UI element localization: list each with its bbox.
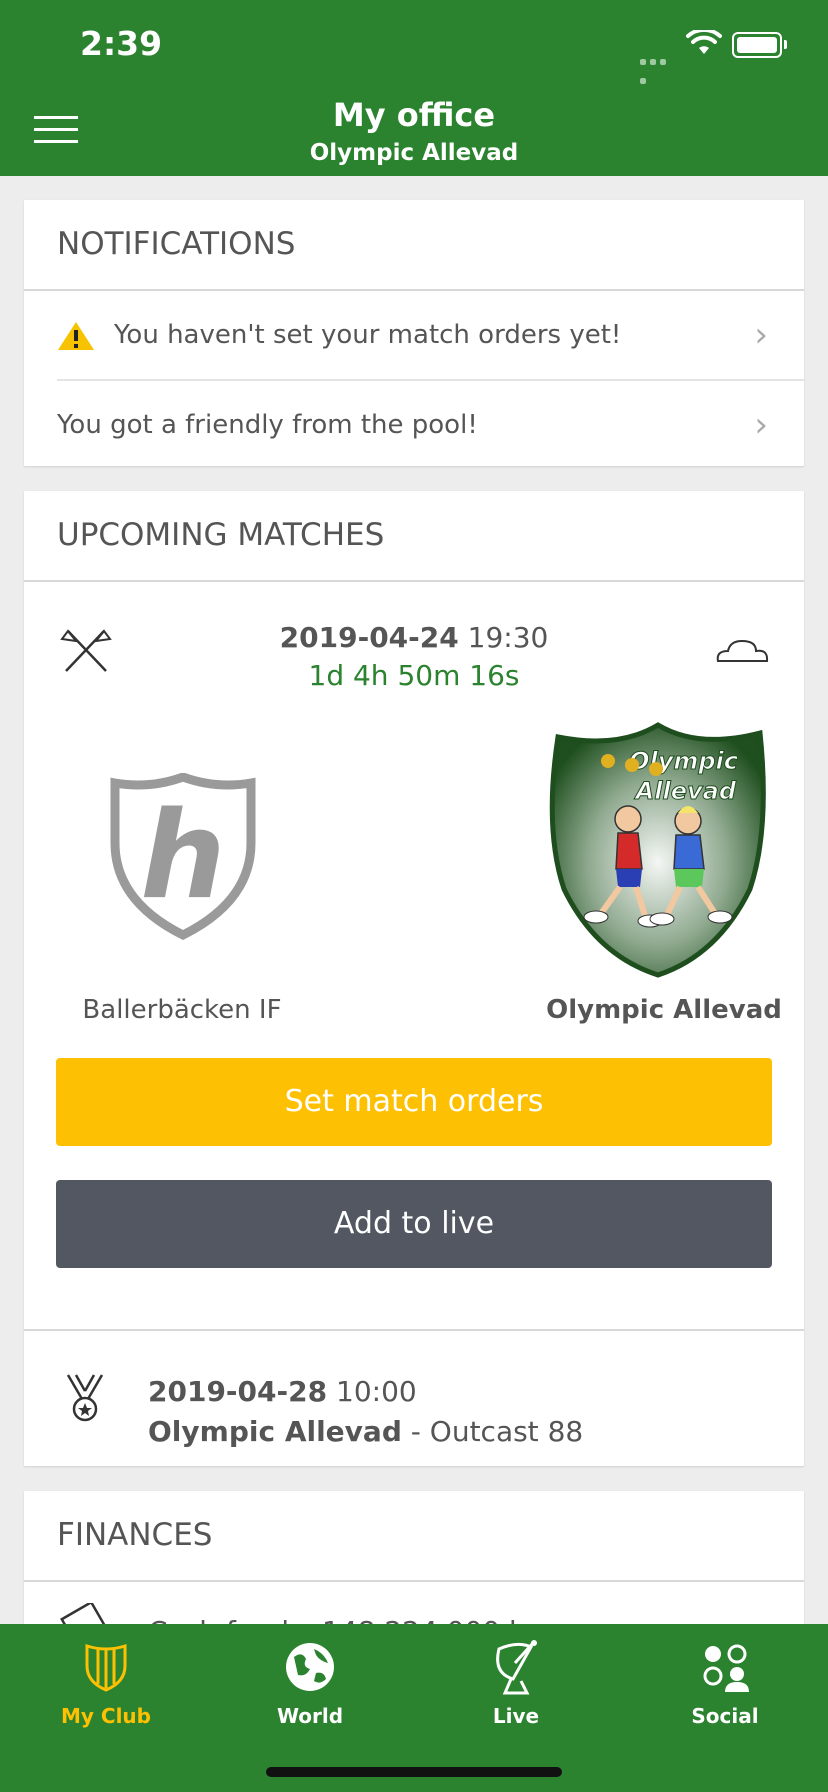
tab-social[interactable]: Social <box>655 1638 795 1728</box>
finances-heading: FINANCES <box>24 1491 804 1582</box>
next-match-separator: - <box>410 1415 421 1448</box>
warning-icon <box>58 322 94 350</box>
away-team-name: Olympic Allevad <box>546 995 782 1025</box>
page-title: My office <box>332 96 496 134</box>
set-match-orders-button[interactable]: Set match orders <box>56 1058 772 1146</box>
next-match-date: 2019-04-28 <box>148 1375 328 1408</box>
tab-my-club[interactable]: My Club <box>36 1638 176 1728</box>
next-match-time: 10:00 <box>336 1375 417 1408</box>
divider <box>24 1329 804 1331</box>
match-date: 2019-04-24 <box>279 621 459 654</box>
home-team-name: Ballerbäcken IF <box>82 995 282 1025</box>
next-match-home: Olympic Allevad <box>148 1415 402 1448</box>
cloud-weather-icon <box>716 639 769 662</box>
cellular-signal-icon <box>640 50 678 84</box>
add-to-live-button[interactable]: Add to live <box>56 1180 772 1268</box>
tab-label: World <box>276 1704 344 1728</box>
medal-icon <box>66 1374 104 1422</box>
notification-text: You haven't set your match orders yet! <box>114 320 622 350</box>
match-datetime: 2019-04-24 19:30 <box>24 621 804 654</box>
upcoming-matches-card: UPCOMING MATCHES 2019-04-24 19:30 1d 4h … <box>24 491 804 1466</box>
home-badge-letter: h <box>140 787 225 926</box>
satellite-dish-icon <box>496 1640 537 1695</box>
notification-item-friendly[interactable]: You got a friendly from the pool! › <box>57 381 804 469</box>
home-team-badge: h <box>110 773 256 941</box>
tab-label: Live <box>492 1704 540 1728</box>
page-subtitle: Olympic Allevad <box>309 140 519 166</box>
next-match-away: Outcast 88 <box>429 1415 584 1448</box>
home-indicator[interactable] <box>266 1767 562 1777</box>
match-time: 19:30 <box>467 621 549 654</box>
tab-label: Social <box>691 1704 759 1728</box>
wifi-icon <box>686 30 722 54</box>
next-match-datetime: 2019-04-28 10:00 <box>148 1375 417 1408</box>
notifications-card: NOTIFICATIONS You haven't set your match… <box>24 200 804 466</box>
status-bar: 2:39 <box>0 0 828 90</box>
battery-icon <box>732 32 787 58</box>
chevron-right-icon: › <box>754 315 768 355</box>
chevron-right-icon: › <box>754 405 768 445</box>
tab-world[interactable]: World <box>240 1638 380 1728</box>
notification-text: You got a friendly from the pool! <box>57 410 478 440</box>
globe-icon <box>286 1643 334 1691</box>
notification-item-match-orders[interactable]: You haven't set your match orders yet! › <box>57 291 804 381</box>
notifications-heading: NOTIFICATIONS <box>24 200 804 291</box>
away-team-logo: Olympic Allevad <box>549 722 766 978</box>
nav-bar: My office Olympic Allevad <box>0 90 828 176</box>
away-logo-text-1: Olympic <box>629 747 738 775</box>
match-countdown: 1d 4h 50m 16s <box>308 659 520 692</box>
status-time: 2:39 <box>80 24 163 63</box>
shield-icon <box>85 1643 127 1692</box>
away-logo-text-2: Allevad <box>634 777 737 805</box>
social-people-icon <box>703 1644 749 1692</box>
next-match-teams: Olympic Allevad - Outcast 88 <box>148 1415 583 1448</box>
tab-label: My Club <box>61 1704 151 1728</box>
tab-live[interactable]: Live <box>446 1638 586 1728</box>
upcoming-matches-heading: UPCOMING MATCHES <box>24 491 804 582</box>
